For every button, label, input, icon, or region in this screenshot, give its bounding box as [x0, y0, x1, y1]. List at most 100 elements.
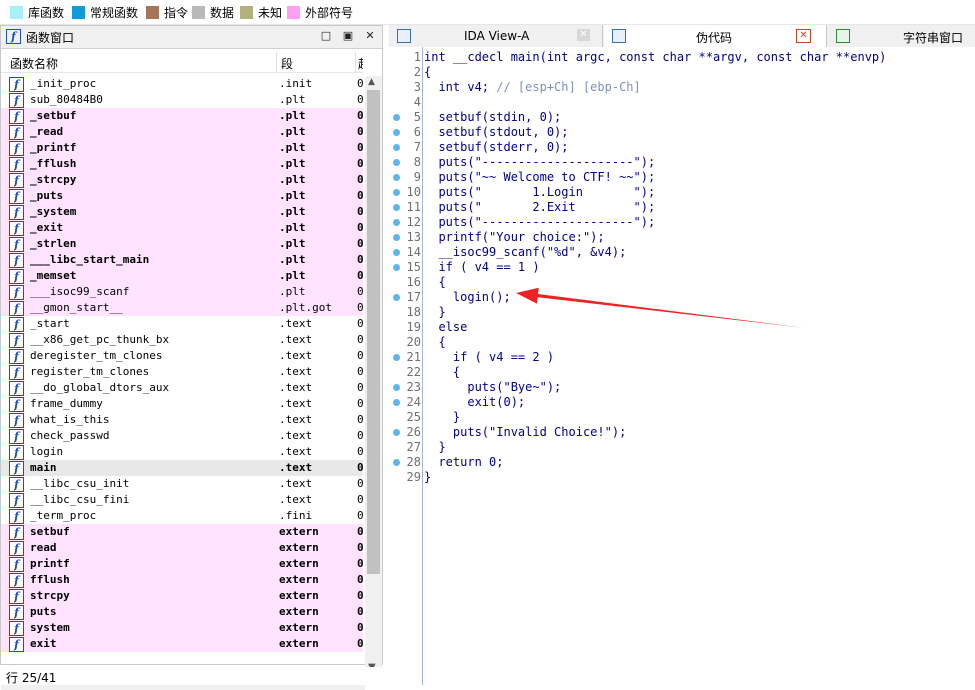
function-row[interactable]: fstrcpy extern 08: [1, 588, 363, 604]
line-number: 24: [406, 395, 421, 409]
code-line[interactable]: 6 setbuf(stdout, 0);: [389, 125, 975, 140]
function-row[interactable]: f what_is_this .text 08: [1, 412, 363, 428]
function-name: __gmon_start__: [30, 301, 123, 314]
function-row[interactable]: f deregister_tm_clones .text 08: [1, 348, 363, 364]
function-name: _init_proc: [30, 77, 97, 90]
pseudocode-view[interactable]: 1 int __cdecl main(int argc, const char *…: [389, 47, 975, 685]
code-text: int __cdecl main(int argc, const char **…: [424, 50, 887, 64]
scroll-up-icon[interactable]: ▲: [368, 77, 375, 87]
function-row[interactable]: f _init_proc .init 08: [1, 76, 363, 92]
code-line[interactable]: 21 if ( v4 == 2 ): [389, 350, 975, 365]
function-row[interactable]: fmain .text 08: [1, 460, 363, 476]
function-row[interactable]: f _puts .plt 08: [1, 188, 363, 204]
code-line[interactable]: 25 }: [389, 410, 975, 425]
code-line[interactable]: 27 }: [389, 440, 975, 455]
function-row[interactable]: f _strcpy .plt 08: [1, 172, 363, 188]
float-window-icon[interactable]: □: [319, 29, 333, 43]
function-row[interactable]: f _fflush .plt 08: [1, 156, 363, 172]
code-line[interactable]: 17 login();: [389, 290, 975, 305]
line-number: 7: [413, 140, 421, 154]
function-row[interactable]: f ___libc_start_main .plt 08: [1, 252, 363, 268]
code-text: __isoc99_scanf("%d", &v4);: [424, 245, 627, 259]
function-row[interactable]: f _setbuf .plt 08: [1, 108, 363, 124]
code-line[interactable]: 28 return 0;: [389, 455, 975, 470]
function-row[interactable]: f _start .text 08: [1, 316, 363, 332]
code-line[interactable]: 2{: [389, 65, 975, 80]
code-line[interactable]: 24 exit(0);: [389, 395, 975, 410]
function-row[interactable]: f __x86_get_pc_thunk_bx .text 08: [1, 332, 363, 348]
code-line[interactable]: 12 puts("---------------------");: [389, 215, 975, 230]
line-number: 20: [406, 335, 421, 349]
function-start: 08: [357, 541, 363, 554]
tab-close-icon[interactable]: ✕: [577, 29, 590, 41]
tab-strings-window[interactable]: 字符串窗口: [828, 25, 975, 47]
function-row[interactable]: f check_passwd .text 08: [1, 428, 363, 444]
restore-window-icon[interactable]: ▣: [341, 29, 355, 43]
strings-icon: [836, 29, 850, 43]
function-row[interactable]: ffflush extern 08: [1, 572, 363, 588]
code-line[interactable]: 14 __isoc99_scanf("%d", &v4);: [389, 245, 975, 260]
code-line[interactable]: 3 int v4; // [esp+Ch] [ebp-Ch]: [389, 80, 975, 95]
function-row[interactable]: f frame_dummy .text 08: [1, 396, 363, 412]
code-line[interactable]: 13 printf("Your choice:");: [389, 230, 975, 245]
tab-ida-view-a[interactable]: IDA View-A ✕: [389, 25, 603, 47]
code-line[interactable]: 20 {: [389, 335, 975, 350]
function-row[interactable]: f _exit .plt 08: [1, 220, 363, 236]
function-name: _fflush: [30, 157, 77, 170]
function-row[interactable]: flogin .text 08: [1, 444, 363, 460]
function-row[interactable]: f _strlen .plt 08: [1, 236, 363, 252]
function-icon: f: [9, 253, 24, 268]
column-start[interactable]: 起: [358, 55, 363, 72]
tab-close-icon[interactable]: ✕: [796, 29, 811, 43]
code-line[interactable]: 16 {: [389, 275, 975, 290]
function-icon: f: [9, 589, 24, 604]
code-line[interactable]: 26 puts("Invalid Choice!");: [389, 425, 975, 440]
code-line[interactable]: 1 int __cdecl main(int argc, const char *…: [389, 50, 975, 65]
function-row[interactable]: fputs extern 08: [1, 604, 363, 620]
function-segment: .plt: [279, 253, 306, 266]
code-line[interactable]: 19 else: [389, 320, 975, 335]
code-line[interactable]: 29}: [389, 470, 975, 485]
function-row[interactable]: f __gmon_start__ .plt.got 08: [1, 300, 363, 316]
close-window-icon[interactable]: ✕: [363, 29, 377, 43]
code-line[interactable]: 23 puts("Bye~");: [389, 380, 975, 395]
function-row[interactable]: fsetbuf extern 08: [1, 524, 363, 540]
function-name: printf: [30, 557, 70, 570]
function-row[interactable]: fprintf extern 08: [1, 556, 363, 572]
code-line[interactable]: 22 {: [389, 365, 975, 380]
function-row[interactable]: f _printf .plt 08: [1, 140, 363, 156]
function-row[interactable]: f _memset .plt 08: [1, 268, 363, 284]
code-line[interactable]: 5 setbuf(stdin, 0);: [389, 110, 975, 125]
function-row[interactable]: f __libc_csu_fini .text 08: [1, 492, 363, 508]
function-row[interactable]: f ___isoc99_scanf .plt 08: [1, 284, 363, 300]
column-function-name[interactable]: 函数名称: [10, 55, 58, 72]
column-segment[interactable]: 段: [281, 55, 293, 72]
function-row[interactable]: f register_tm_clones .text 08: [1, 364, 363, 380]
code-line[interactable]: 10 puts(" 1.Login ");: [389, 185, 975, 200]
function-row[interactable]: fsystem extern 08: [1, 620, 363, 636]
code-line[interactable]: 8 puts("---------------------");: [389, 155, 975, 170]
function-row[interactable]: f _term_proc .fini 08: [1, 508, 363, 524]
legend-swatch: [10, 5, 23, 19]
code-text: else: [424, 320, 468, 334]
function-icon: f: [9, 621, 24, 636]
function-name: __libc_csu_fini: [30, 493, 130, 506]
code-text: puts("---------------------");: [424, 155, 656, 169]
function-row[interactable]: f _system .plt 08: [1, 204, 363, 220]
code-line[interactable]: 4: [389, 95, 975, 110]
tab-pseudocode[interactable]: 伪代码 ✕: [604, 25, 827, 47]
code-line[interactable]: 18 }: [389, 305, 975, 320]
code-line[interactable]: 11 puts(" 2.Exit ");: [389, 200, 975, 215]
function-row[interactable]: f sub_80484B0 .plt 08: [1, 92, 363, 108]
function-row[interactable]: fexit extern 08: [1, 636, 363, 652]
function-row[interactable]: fread extern 08: [1, 540, 363, 556]
function-row[interactable]: f __libc_csu_init .text 08: [1, 476, 363, 492]
function-start: 08: [357, 141, 363, 154]
code-line[interactable]: 15 if ( v4 == 1 ): [389, 260, 975, 275]
vertical-scrollbar-thumb[interactable]: [367, 90, 380, 574]
code-line[interactable]: 9 puts("~~ Welcome to CTF! ~~");: [389, 170, 975, 185]
tab-bar: IDA View-A ✕ 伪代码 ✕ 字符串窗口: [389, 25, 975, 48]
function-row[interactable]: f __do_global_dtors_aux .text 08: [1, 380, 363, 396]
code-line[interactable]: 7 setbuf(stderr, 0);: [389, 140, 975, 155]
function-row[interactable]: f _read .plt 08: [1, 124, 363, 140]
